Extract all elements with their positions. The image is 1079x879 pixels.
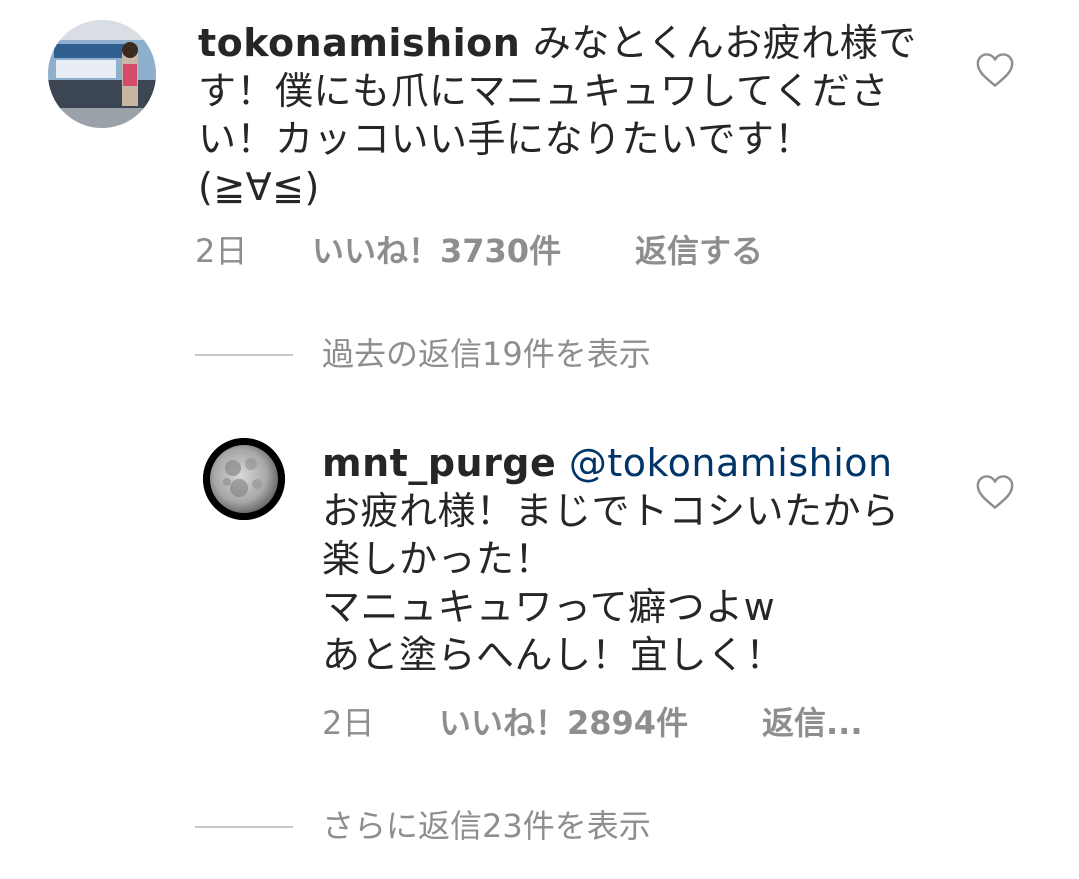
comment-username[interactable]: tokonamishion	[198, 21, 520, 65]
comment-time: 2日	[195, 232, 248, 270]
avatar[interactable]	[48, 20, 156, 128]
view-previous-replies[interactable]: 過去の返信19件を表示	[195, 334, 715, 374]
reply-username[interactable]: mnt_purge	[322, 441, 556, 485]
reply-time: 2日	[322, 704, 375, 742]
heart-outline-icon[interactable]	[975, 474, 1015, 510]
divider-line	[195, 826, 293, 828]
avatar-photo	[48, 20, 156, 128]
comment-meta: 2日 いいね！3730件 返信する	[195, 231, 895, 271]
reply-text: mnt_purge @tokonamishion お疲れ様！まじでトコシいたから…	[322, 439, 922, 679]
view-previous-replies-label: 過去の返信19件を表示	[322, 335, 651, 373]
reply-reply-button[interactable]: 返信...	[762, 703, 862, 743]
comment-text: tokonamishion みなとくんお疲れ様です！僕にも爪にマニュキュワしてく…	[198, 19, 928, 211]
view-more-replies[interactable]: さらに返信23件を表示	[195, 806, 715, 846]
avatar[interactable]	[203, 438, 285, 520]
moon-avatar-photo	[203, 438, 285, 520]
comment-reply-button[interactable]: 返信する	[635, 231, 763, 271]
heart-outline-icon[interactable]	[975, 52, 1015, 88]
view-more-replies-label: さらに返信23件を表示	[322, 807, 651, 845]
comment-likes[interactable]: いいね！3730件	[312, 231, 561, 271]
reply-meta: 2日 いいね！2894件 返信...	[322, 703, 882, 743]
reply-likes[interactable]: いいね！2894件	[439, 703, 688, 743]
reply-mention[interactable]: @tokonamishion	[569, 441, 893, 485]
divider-line	[195, 354, 293, 356]
reply-body: お疲れ様！まじでトコシいたから楽しかった！ マニュキュワって癖つよw あと塗らへ…	[322, 489, 900, 677]
